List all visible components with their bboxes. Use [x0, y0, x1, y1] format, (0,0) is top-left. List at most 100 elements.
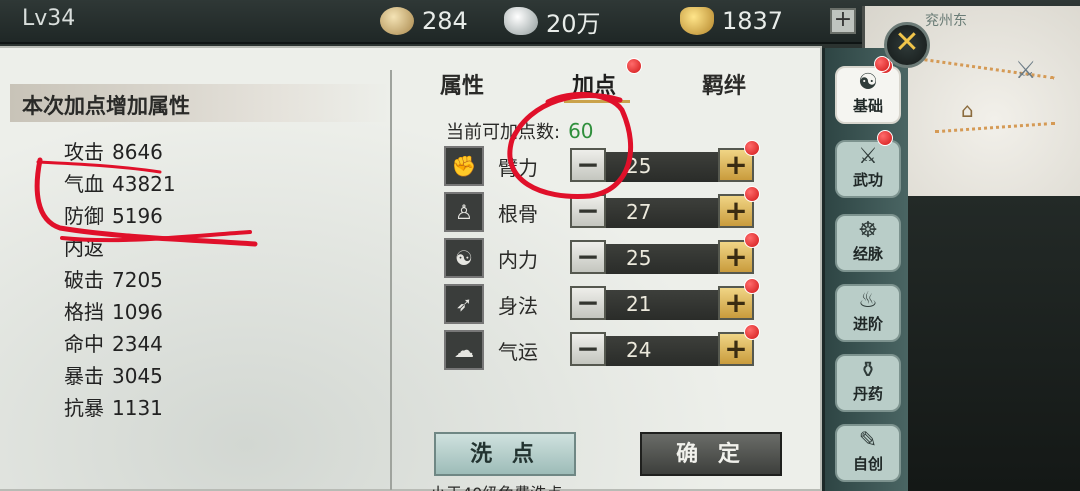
- attr-name: 臂力: [498, 156, 538, 180]
- nav-item-basic[interactable]: ☯ 基础: [835, 66, 901, 124]
- column-divider: [390, 70, 392, 490]
- decrease-button[interactable]: −: [570, 194, 606, 228]
- nav-label: 经脉: [852, 245, 883, 263]
- stat-row: 暴击 3045: [24, 360, 344, 390]
- stat-row: 攻击 8646: [24, 136, 344, 166]
- stat-value: 2344: [112, 332, 163, 356]
- figure-icon: ☯: [858, 70, 878, 95]
- available-points-value: 60: [568, 119, 594, 143]
- swords-icon: ⚔: [858, 144, 878, 169]
- active-tab-indicator: [564, 100, 630, 103]
- silver-ingot-icon: [504, 7, 538, 35]
- gold-amount: 1837: [722, 7, 784, 35]
- stat-value: 1096: [112, 300, 163, 324]
- stat-row: 内返: [24, 232, 344, 262]
- side-navigation: ☯ 基础 ⚔ 武功 ☸ 经脉 ♨ 进阶 ⚱ 丹药 ✎ 自创: [822, 48, 908, 491]
- notification-dot: [744, 324, 760, 340]
- silver-amount: 20万: [546, 9, 601, 38]
- stat-row: 格挡 1096: [24, 296, 344, 326]
- stat-value: 5196: [112, 204, 163, 228]
- attribute-panel: 本次加点增加属性 攻击 8646 气血 43821 防御 5196 内返 破击 7205…: [0, 46, 822, 491]
- stat-name: 攻击: [64, 140, 104, 164]
- attr-value: 27: [626, 200, 652, 224]
- stat-name: 暴击: [64, 364, 104, 388]
- stat-name: 防御: [64, 204, 104, 228]
- reset-points-button[interactable]: 洗 点: [434, 432, 576, 476]
- attr-value: 24: [626, 338, 652, 362]
- stat-value: 7205: [112, 268, 163, 292]
- decrease-button[interactable]: −: [570, 332, 606, 366]
- reset-note: 小于40级免费洗点: [430, 480, 562, 491]
- stat-row: 防御 5196: [24, 200, 344, 230]
- notification-dot: [744, 232, 760, 248]
- left-header: 本次加点增加属性: [10, 84, 390, 122]
- nav-item-create[interactable]: ✎ 自创: [835, 424, 901, 482]
- house-icon: ⌂: [961, 98, 974, 122]
- arm-icon: ✊: [444, 146, 484, 186]
- meridian-icon: ☸: [858, 218, 878, 243]
- attr-name: 根骨: [498, 202, 538, 226]
- minimap-location: 兖州东: [925, 13, 967, 29]
- left-title: 本次加点增加属性: [22, 94, 190, 118]
- notification-dot: [744, 278, 760, 294]
- stat-name: 内返: [64, 236, 104, 260]
- tab-add-points[interactable]: 加点: [572, 68, 616, 100]
- attr-row-agility: ➶ 身法 21 − +: [444, 278, 764, 324]
- food-amount: 284: [422, 7, 468, 35]
- tab-attributes[interactable]: 属性: [440, 68, 484, 100]
- stat-name: 破击: [64, 268, 104, 292]
- cloud-icon: ☁: [444, 330, 484, 370]
- scroll-icon: ✎: [858, 428, 878, 453]
- gold-ingot-icon: [680, 7, 714, 35]
- attr-row-luck: ☁ 气运 24 − +: [444, 324, 764, 370]
- player-level: Lv34: [22, 6, 76, 31]
- attr-value: 21: [626, 292, 652, 316]
- meditate-icon: ☯: [444, 238, 484, 278]
- silver-resource: 20万: [504, 4, 664, 38]
- available-points-label: 当前可加点数:: [446, 122, 561, 143]
- tab-bonds[interactable]: 羁绊: [702, 68, 746, 100]
- gourd-icon: ⚱: [858, 358, 878, 383]
- stat-row: 命中 2344: [24, 328, 344, 358]
- gold-resource: 1837: [680, 4, 850, 38]
- attr-name: 气运: [498, 340, 538, 364]
- notification-dot: [744, 186, 760, 202]
- attr-value: 25: [626, 154, 652, 178]
- close-button[interactable]: ✕: [884, 22, 930, 68]
- crossed-swords-icon: ⚔: [1015, 56, 1037, 84]
- stat-value: 43821: [112, 172, 176, 196]
- nav-label: 丹药: [852, 385, 883, 403]
- stat-value: 3045: [112, 364, 163, 388]
- stat-name: 格挡: [64, 300, 104, 324]
- decrease-button[interactable]: −: [570, 240, 606, 274]
- nav-item-advance[interactable]: ♨ 进阶: [835, 284, 901, 342]
- nav-label: 自创: [852, 455, 883, 473]
- nav-item-martial-arts[interactable]: ⚔ 武功: [835, 140, 901, 198]
- nav-label: 武功: [852, 171, 883, 189]
- nav-label: 进阶: [852, 315, 883, 333]
- add-gold-button[interactable]: +: [830, 8, 856, 34]
- notification-dot: [874, 56, 890, 72]
- nav-item-meridians[interactable]: ☸ 经脉: [835, 214, 901, 272]
- available-points: 当前可加点数: 60: [446, 118, 594, 144]
- stat-name: 气血: [64, 172, 104, 196]
- attr-name: 内力: [498, 248, 538, 272]
- attr-row-arm: ✊ 臂力 25 − +: [444, 140, 764, 186]
- attr-value: 25: [626, 246, 652, 270]
- nav-item-elixir[interactable]: ⚱ 丹药: [835, 354, 901, 412]
- stat-row: 气血 43821: [24, 168, 344, 198]
- attr-name: 身法: [498, 294, 538, 318]
- stat-row: 抗暴 1131: [24, 392, 344, 422]
- nav-label: 基础: [852, 97, 883, 115]
- run-icon: ➶: [444, 284, 484, 324]
- confirm-button[interactable]: 确 定: [640, 432, 782, 476]
- minimap-path: [935, 121, 1055, 134]
- attr-row-inner-power: ☯ 内力 25 − +: [444, 232, 764, 278]
- notification-dot: [744, 140, 760, 156]
- flame-icon: ♨: [858, 288, 878, 313]
- decrease-button[interactable]: −: [570, 148, 606, 182]
- bun-icon: [380, 7, 414, 35]
- stat-value: 8646: [112, 140, 163, 164]
- decrease-button[interactable]: −: [570, 286, 606, 320]
- notification-dot: [626, 58, 642, 74]
